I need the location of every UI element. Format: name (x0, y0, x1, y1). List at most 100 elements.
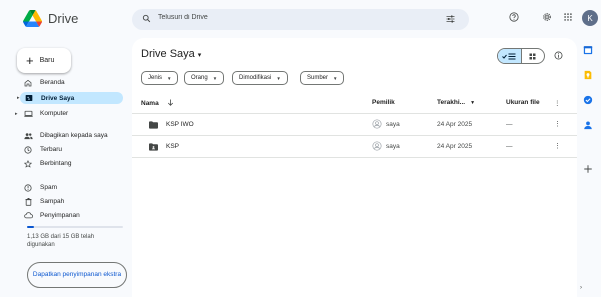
sidebar-item-recent[interactable]: Terbaru (18, 144, 128, 155)
search-icon[interactable] (142, 14, 151, 23)
sidebar-item-my-drive[interactable]: ▸ Drive Saya (17, 92, 123, 104)
column-header-name[interactable]: Nama (141, 99, 174, 107)
grid-view-icon (529, 53, 536, 59)
owner-name: saya (386, 143, 400, 150)
filter-modified[interactable]: Dimodifikasi ▼ (232, 71, 288, 85)
caret-right-icon[interactable]: ▸ (17, 95, 20, 101)
page-title[interactable]: Drive Saya ▾ (141, 48, 201, 60)
main-panel: Drive Saya ▾ Jenis ▼ Orang ▼ Dimodifikasi ▼ … (132, 38, 577, 297)
column-header-label: Nama (141, 100, 159, 107)
new-button[interactable]: + Baru (17, 48, 71, 73)
sidebar-item-computers[interactable]: ▸ Komputer (15, 108, 128, 119)
apps-icon[interactable] (563, 12, 573, 22)
filter-label: Jenis (148, 75, 163, 81)
search-bar[interactable] (132, 9, 469, 30)
table-row[interactable]: KSP IWO saya 24 Apr 2025 — ⋮ (132, 113, 577, 136)
shared-icon (23, 132, 33, 140)
filter-type[interactable]: Jenis ▼ (141, 71, 179, 85)
list-view-button[interactable] (498, 49, 521, 63)
sidebar-item-label: Dibagikan kepada saya (40, 132, 108, 139)
user-icon (372, 141, 382, 151)
drive-logo[interactable]: Drive (23, 10, 78, 27)
sidebar-item-home[interactable]: Beranda (18, 77, 128, 88)
user-icon (372, 119, 382, 129)
spam-icon (23, 183, 33, 192)
column-header-size[interactable]: Ukuran file (506, 99, 540, 106)
sidebar-item-shared[interactable]: Dibagikan kepada saya (18, 130, 128, 141)
chevron-down-icon: ▼ (276, 75, 281, 81)
file-size: — (506, 121, 513, 128)
new-button-label: Baru (39, 57, 55, 64)
sidebar-item-label: Penyimpanan (40, 212, 80, 219)
contacts-icon[interactable] (583, 120, 593, 130)
chevron-down-icon: ▼ (167, 75, 172, 81)
list-view-icon (502, 53, 516, 59)
file-size: — (506, 143, 513, 150)
drive-logo-icon (23, 10, 42, 27)
owner-name: saya (386, 121, 400, 128)
chevron-down-icon: ▾ (197, 52, 202, 59)
caret-right-icon[interactable]: ▸ (15, 111, 18, 117)
table-row[interactable]: KSP saya 24 Apr 2025 — ⋮ (132, 136, 577, 158)
get-more-storage-button[interactable]: Dapatkan penyimpanan ekstra (27, 262, 127, 288)
storage-progress-fill (27, 226, 35, 228)
search-options-icon[interactable] (446, 15, 455, 23)
cloud-icon (23, 212, 33, 219)
chevron-down-icon: ▼ (333, 75, 338, 81)
plus-icon: + (26, 53, 34, 68)
sidebar-item-label: Beranda (40, 79, 65, 86)
storage-usage-text: 1,13 GB dari 15 GB telah digunakan (27, 234, 95, 248)
filter-source[interactable]: Sumber ▼ (300, 71, 345, 85)
view-toggle[interactable] (497, 48, 545, 64)
shared-folder-icon (149, 143, 158, 151)
star-icon (23, 159, 33, 168)
sidebar-item-label: Komputer (40, 110, 69, 117)
column-header-label: Terakhi... (437, 99, 466, 106)
sidebar-item-label: Terbaru (40, 146, 63, 153)
grid-view-button[interactable] (520, 49, 544, 63)
avatar[interactable]: K (582, 10, 598, 26)
more-actions-icon[interactable]: ⋮ (554, 142, 561, 150)
tasks-icon[interactable] (583, 95, 593, 105)
sidebar-item-label: Spam (40, 184, 57, 191)
sidebar-item-label: Sampah (40, 198, 65, 205)
file-name[interactable]: KSP (166, 143, 179, 150)
sidebar-item-label: Berbintang (40, 160, 72, 167)
column-header-modified[interactable]: Terakhi... ▼ (437, 99, 475, 106)
more-columns-icon[interactable]: ⋮ (554, 99, 561, 107)
filter-label: Orang (191, 75, 208, 81)
trash-icon (23, 197, 33, 206)
app-name: Drive (48, 11, 79, 26)
clock-icon (23, 145, 33, 154)
filter-people[interactable]: Orang ▼ (184, 71, 225, 85)
sidebar-item-label: Drive Saya (41, 94, 75, 102)
info-icon[interactable] (554, 51, 563, 60)
settings-icon[interactable] (542, 12, 552, 22)
sidebar-item-trash[interactable]: Sampah (18, 196, 128, 207)
file-name[interactable]: KSP IWO (166, 121, 194, 128)
sidebar-item-spam[interactable]: Spam (18, 182, 128, 193)
chevron-right-icon[interactable]: › (580, 285, 582, 291)
sidebar-item-storage[interactable]: Penyimpanan (18, 210, 128, 221)
sidebar-item-starred[interactable]: Berbintang (18, 158, 128, 169)
filter-label: Sumber (307, 75, 329, 81)
more-actions-icon[interactable]: ⋮ (554, 120, 561, 128)
filter-label: Dimodifikasi (239, 75, 272, 81)
folder-icon (149, 121, 158, 129)
chevron-down-icon: ▼ (470, 100, 476, 106)
help-icon[interactable] (509, 12, 519, 22)
keep-icon[interactable] (583, 70, 593, 80)
modified-date: 24 Apr 2025 (437, 143, 473, 150)
add-addon-icon[interactable] (583, 164, 593, 174)
computer-icon (23, 110, 33, 118)
column-header-owner[interactable]: Pemilik (372, 99, 395, 106)
search-input[interactable] (158, 14, 418, 21)
page-title-text: Drive Saya (141, 48, 195, 60)
storage-progress-bar (27, 226, 123, 228)
sort-arrow-down-icon[interactable] (167, 99, 174, 106)
my-drive-icon (24, 94, 34, 102)
calendar-icon[interactable] (583, 45, 593, 55)
chevron-down-icon: ▼ (212, 75, 218, 81)
home-icon (23, 79, 33, 87)
modified-date: 24 Apr 2025 (437, 121, 473, 128)
